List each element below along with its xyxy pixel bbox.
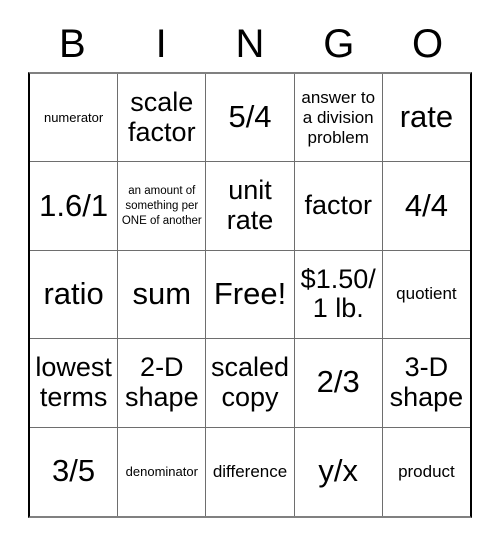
bingo-cell-label: y/x <box>318 453 359 489</box>
bingo-cell-label: 3/5 <box>52 453 96 489</box>
bingo-cell-label: sum <box>132 276 192 312</box>
bingo-cell[interactable]: denominator <box>118 427 207 516</box>
bingo-cell-label: 4/4 <box>404 187 448 223</box>
bingo-cell[interactable]: scale factor <box>118 74 207 162</box>
bingo-cell[interactable]: quotient <box>383 251 470 338</box>
header-letter-n: N <box>235 22 265 66</box>
bingo-cell[interactable]: lowest terms <box>30 339 119 427</box>
bingo-cell-label: unit rate <box>226 175 274 236</box>
bingo-cell[interactable]: answer to a division problem <box>295 74 383 162</box>
bingo-cell-label: difference <box>212 461 288 481</box>
bingo-cell[interactable]: 2/3 <box>295 339 383 427</box>
bingo-row: ratio sum Free! $1.50/ 1 lb. quotient <box>30 250 470 340</box>
bingo-cell-label: scaled copy <box>210 352 290 412</box>
bingo-cell[interactable]: rate <box>383 74 470 161</box>
bingo-cell-label: numerator <box>43 109 104 125</box>
bingo-cell-label: lowest terms <box>35 352 112 412</box>
bingo-cell[interactable]: 1.6/1 <box>30 162 119 250</box>
bingo-cell[interactable]: difference <box>206 427 295 516</box>
bingo-cell[interactable]: product <box>383 428 470 516</box>
bingo-grid: numerator scale factor 5/4 answer to a d… <box>28 72 472 518</box>
bingo-cell[interactable]: numerator <box>30 74 119 162</box>
bingo-header: B I N G O <box>28 16 472 72</box>
bingo-cell-label: product <box>398 461 455 481</box>
bingo-cell-label: an amount of something per ONE of anothe… <box>121 184 202 227</box>
bingo-cell[interactable]: 4/4 <box>383 162 470 249</box>
bingo-card: B I N G O numerator scale factor 5/4 ans… <box>28 16 472 518</box>
bingo-cell[interactable]: an amount of something per ONE of anothe… <box>118 162 207 250</box>
bingo-cell-label: 2/3 <box>316 364 360 400</box>
bingo-cell[interactable]: 5/4 <box>206 74 295 162</box>
bingo-cell-label: rate <box>399 99 454 135</box>
bingo-cell[interactable]: ratio <box>30 250 119 339</box>
bingo-row: numerator scale factor 5/4 answer to a d… <box>30 74 470 163</box>
bingo-cell-label: ratio <box>43 276 104 312</box>
bingo-cell-label: 5/4 <box>228 99 272 135</box>
bingo-row: 3/5 denominator difference y/x product <box>30 427 470 516</box>
bingo-cell-label: denominator <box>125 463 198 479</box>
bingo-cell-label: Free! <box>213 276 287 312</box>
bingo-cell[interactable]: 3/5 <box>30 427 119 516</box>
bingo-cell[interactable]: 3-D shape <box>383 339 470 426</box>
bingo-cell[interactable]: y/x <box>295 427 383 516</box>
bingo-cell-label: 1.6/1 <box>39 187 109 223</box>
bingo-row: lowest terms 2-D shape scaled copy 2/3 3… <box>30 339 470 428</box>
bingo-row: 1.6/1 an amount of something per ONE of … <box>30 162 470 251</box>
header-letter-i: I <box>155 22 167 66</box>
bingo-cell[interactable]: $1.50/ 1 lb. <box>295 250 383 339</box>
bingo-cell[interactable]: unit rate <box>206 162 295 250</box>
bingo-cell-free[interactable]: Free! <box>206 250 295 339</box>
bingo-cell[interactable]: factor <box>295 162 383 250</box>
bingo-cell[interactable]: sum <box>118 250 207 339</box>
bingo-cell[interactable]: 2-D shape <box>118 339 207 427</box>
header-letter-g: G <box>323 22 355 66</box>
bingo-cell-label: scale factor <box>128 87 196 147</box>
bingo-cell-label: quotient <box>396 284 457 304</box>
header-letter-o: O <box>412 22 444 66</box>
bingo-cell-label: factor <box>304 190 372 221</box>
bingo-cell-label: answer to a division problem <box>301 87 376 147</box>
header-letter-b: B <box>59 22 86 66</box>
bingo-cell-label: 2-D shape <box>125 352 199 412</box>
bingo-cell[interactable]: scaled copy <box>206 339 295 427</box>
bingo-cell-label: $1.50/ 1 lb. <box>300 263 376 324</box>
bingo-cell-label: 3-D shape <box>389 352 464 412</box>
